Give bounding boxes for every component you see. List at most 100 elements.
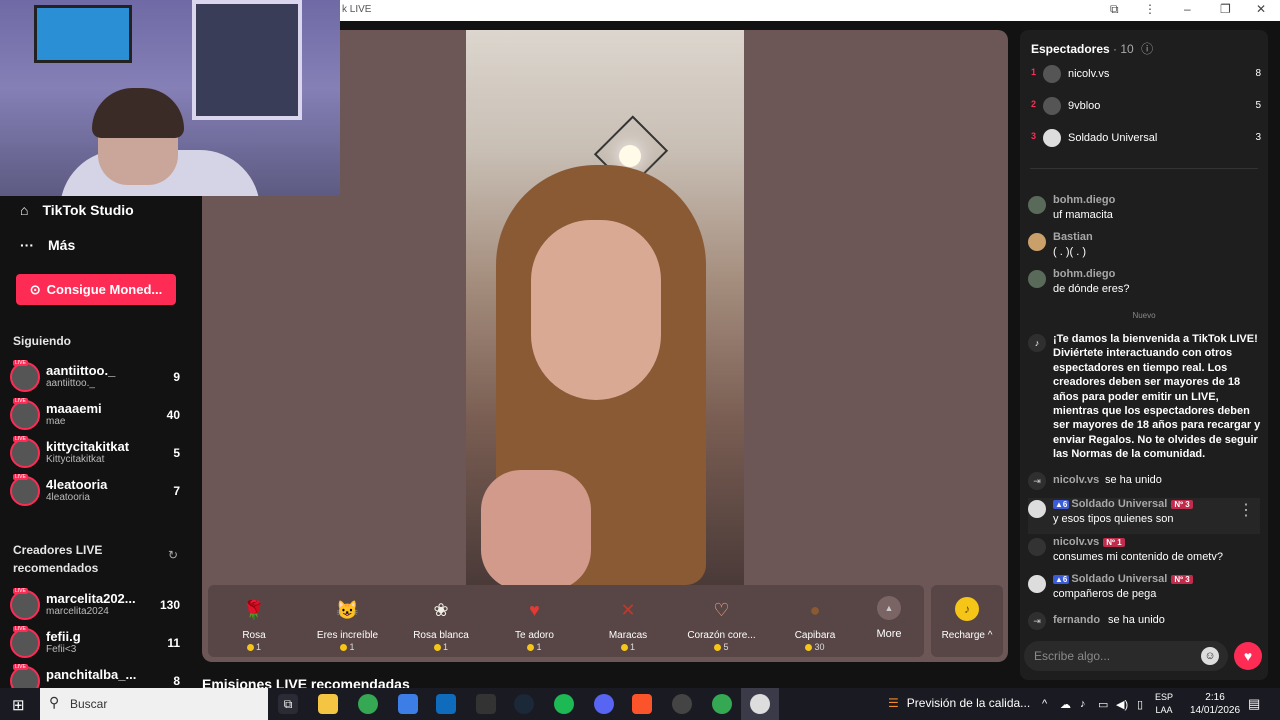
app-icon[interactable] xyxy=(672,694,692,714)
gift-item[interactable]: 😺 Eres increíble 1 xyxy=(302,589,394,655)
tray-chevron-icon[interactable]: ^ xyxy=(1042,698,1047,710)
gift-item[interactable]: 🌹 Rosa 1 xyxy=(208,589,300,655)
window-title: k LIVE xyxy=(342,4,372,15)
outlook-icon[interactable] xyxy=(436,694,456,714)
spotify-icon[interactable] xyxy=(554,694,574,714)
close-icon[interactable]: ✕ xyxy=(1256,2,1266,16)
gift-item[interactable]: ♡ Corazón core... 5 xyxy=(676,589,768,655)
search-placeholder: Buscar xyxy=(70,697,108,711)
volume-icon[interactable]: ◀) xyxy=(1116,698,1128,711)
task-view-icon[interactable]: ⧉ xyxy=(278,694,298,714)
user-name: kittycitakitkat xyxy=(46,439,130,454)
user-name: 4leatooria xyxy=(46,477,108,492)
gift-item[interactable]: ● Capibara 30 xyxy=(769,589,861,655)
chat-message: bohm.diego de dónde eres? xyxy=(1028,268,1260,300)
weather-news-widget[interactable]: ☰ Previsión de la calida... xyxy=(888,696,1030,710)
avatar xyxy=(1028,196,1046,214)
live-badge: LIVE xyxy=(13,474,28,480)
network-icon[interactable]: ▭ xyxy=(1098,698,1108,711)
gift-price-value: 1 xyxy=(349,642,355,652)
emoji-icon[interactable]: ☺ xyxy=(1201,647,1219,665)
battery-icon[interactable]: ▯ xyxy=(1137,698,1143,711)
get-coins-button[interactable]: ⊙ Consigue Moned... xyxy=(16,274,176,305)
info-icon[interactable]: ⓘ xyxy=(1141,42,1153,56)
message-user[interactable]: bohm.diego xyxy=(1053,268,1115,280)
message-user[interactable]: Soldado Universal xyxy=(1071,573,1167,585)
gift-name: Rosa xyxy=(242,630,266,641)
message-user[interactable]: bohm.diego xyxy=(1053,194,1115,206)
user-name: marcelita202... xyxy=(46,591,136,606)
gift-bar: 🌹 Rosa 1 😺 Eres increíble 1 ❀ Rosa blanca 1 ♥ Te a… xyxy=(208,585,924,657)
gift-price: 1 xyxy=(582,642,674,652)
message-user[interactable]: Bastian xyxy=(1053,231,1093,243)
obs-icon[interactable] xyxy=(750,694,770,714)
gift-item[interactable]: ❀ Rosa blanca 1 xyxy=(395,589,487,655)
chrome-icon[interactable] xyxy=(358,694,378,714)
recommended-creator-item[interactable]: LIVE fefii.g Fefii<3 11 xyxy=(10,626,186,660)
weather-text: Previsión de la calida... xyxy=(906,696,1031,710)
join-user[interactable]: fernando xyxy=(1053,614,1100,626)
gift-name: Capibara xyxy=(794,630,836,641)
chat-input[interactable] xyxy=(1034,648,1194,664)
sidebar: ⌂ TikTok Studio ··· Más ⊙ Consigue Moned… xyxy=(0,196,196,696)
chat-input-box[interactable] xyxy=(1024,641,1228,671)
viewers-count: · 10 xyxy=(1113,42,1134,56)
join-user[interactable]: nicolv.vs xyxy=(1053,474,1099,486)
coin-icon xyxy=(527,644,535,652)
viewer-row[interactable]: 3 Soldado Universal 3 xyxy=(1031,127,1261,149)
more-link[interactable]: ··· Más xyxy=(20,237,75,253)
message-user[interactable]: nicolv.vs xyxy=(1053,536,1099,548)
language-code: ESP xyxy=(1155,692,1174,702)
user-handle: mae xyxy=(46,416,66,427)
viewer-row[interactable]: 1 nicolv.vs 8 xyxy=(1031,63,1261,85)
message-user[interactable]: Soldado Universal xyxy=(1071,498,1167,510)
search-icon: ⚲ xyxy=(49,694,60,710)
restore-icon[interactable]: ❐ xyxy=(1220,2,1231,16)
following-item[interactable]: LIVE kittycitakitkat Kittycitakitkat 5 xyxy=(10,436,186,470)
gift-price-value: 30 xyxy=(814,642,825,652)
file-explorer-icon[interactable] xyxy=(318,694,338,714)
following-item[interactable]: LIVE maaaemi mae 40 xyxy=(10,398,186,432)
recharge-button[interactable]: ♪ Recharge ^ xyxy=(931,585,1003,657)
finger-heart-icon: ♡ xyxy=(713,599,730,620)
windows-start-icon[interactable]: ⊞ xyxy=(12,696,28,714)
language-indicator[interactable]: ESP LAA xyxy=(1155,691,1173,717)
gift-item[interactable]: ✕ Maracas 1 xyxy=(582,589,674,655)
chat-message[interactable]: ▲6 Soldado Universal Nº 3 y esos tipos qui… xyxy=(1028,498,1260,534)
studio-link[interactable]: ⌂ TikTok Studio xyxy=(20,202,134,218)
steam-icon[interactable] xyxy=(514,694,534,714)
live-video[interactable] xyxy=(466,30,744,585)
following-item[interactable]: LIVE aantiittoo._ aantiittoo._ 9 xyxy=(10,360,186,394)
refresh-icon[interactable]: ↻ xyxy=(168,548,178,562)
notifications-icon[interactable]: ▤ xyxy=(1248,696,1260,712)
gift-price: 1 xyxy=(489,642,581,652)
minimize-icon[interactable]: – xyxy=(1184,2,1191,16)
taskbar-search[interactable]: ⚲ Buscar xyxy=(40,688,268,720)
message-text: consumes mi contenido de ometv? xyxy=(1053,551,1223,563)
avatar xyxy=(10,438,40,468)
gift-item[interactable]: ♥ Te adoro 1 xyxy=(489,589,581,655)
cloud-icon[interactable]: ☁ xyxy=(1060,698,1071,711)
recommended-creator-item[interactable]: LIVE marcelita202... marcelita2024 130 xyxy=(10,588,186,622)
epic-games-icon[interactable] xyxy=(476,694,496,714)
avatar xyxy=(10,628,40,658)
brave-icon[interactable] xyxy=(632,694,652,714)
viewer-rank: 2 xyxy=(1031,99,1037,109)
viewers-title: Espectadores · 10 ⓘ xyxy=(1031,40,1153,57)
like-heart-button[interactable]: ♥ xyxy=(1234,642,1262,670)
microphone-icon[interactable]: ♪ xyxy=(1080,698,1086,710)
chrome-profile-icon[interactable] xyxy=(712,694,732,714)
extensions-icon[interactable]: ⧉ xyxy=(1110,2,1119,17)
store-icon[interactable] xyxy=(398,694,418,714)
welcome-text: ¡Te damos la bienvenida a TikTok LIVE! D… xyxy=(1053,333,1261,461)
more-gifts-button[interactable]: ▲ More xyxy=(870,596,908,640)
menu-dots-icon[interactable]: ⋮ xyxy=(1144,2,1156,16)
weather-icon: ☰ xyxy=(888,696,899,710)
viewer-row[interactable]: 2 9vbloo 5 xyxy=(1031,95,1261,117)
viewer-name: Soldado Universal xyxy=(1068,132,1158,144)
message-menu-icon[interactable]: ⋮ xyxy=(1238,500,1254,520)
discord-icon[interactable] xyxy=(594,694,614,714)
webcam-overlay xyxy=(0,0,340,196)
following-item[interactable]: LIVE 4leatooria 4leatooria 7 xyxy=(10,474,186,508)
system-clock[interactable]: 2:16 14/01/2026 xyxy=(1190,691,1240,717)
